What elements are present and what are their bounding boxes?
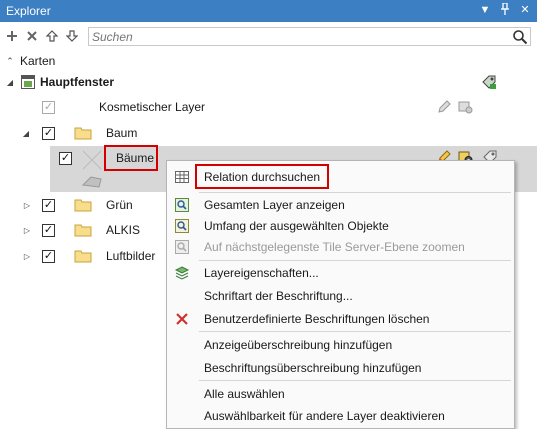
folder-icon <box>74 199 92 212</box>
remove-icon[interactable] <box>24 28 40 44</box>
edit-pencil-icon[interactable] <box>436 99 452 115</box>
add-icon[interactable] <box>4 28 20 44</box>
checkbox-gruen[interactable]: ✓ <box>42 199 55 212</box>
tree-root-label: Karten <box>20 54 56 68</box>
menu-item-label-font[interactable]: Schriftart der Beschriftung... <box>167 285 514 307</box>
menu-item-label: Beschriftungsüberschreibung hinzufügen <box>204 361 422 375</box>
expanded-caret-icon[interactable]: ◢ <box>5 77 15 87</box>
tree-item-label: Luftbilder <box>106 249 156 263</box>
menu-separator <box>199 260 511 261</box>
move-up-icon[interactable] <box>44 28 60 44</box>
map-window-label: Hauptfenster <box>40 75 115 89</box>
highlight-box-layer <box>104 145 158 171</box>
map-tag-icon[interactable] <box>481 74 497 90</box>
folder-icon <box>74 224 92 237</box>
menu-item-label: Anzeigeüberschreibung hinzufügen <box>204 338 393 352</box>
menu-item-label: Alle auswählen <box>204 387 285 401</box>
menu-item-show-all[interactable]: Gesamten Layer anzeigen <box>167 194 514 216</box>
zoom-selection-icon <box>175 219 189 233</box>
tree-item-label: Grün <box>106 198 133 212</box>
highlight-box-menu-item <box>195 164 329 189</box>
close-icon[interactable]: ✕ <box>519 3 531 17</box>
checkbox-baeume[interactable]: ✓ <box>59 152 72 165</box>
menu-separator <box>199 192 511 193</box>
tree-item-baum[interactable]: ◢ ✓ Baum <box>0 121 537 145</box>
menu-item-label: Benutzerdefinierte Beschriftungen lösche… <box>204 312 430 326</box>
window-title: Explorer <box>6 4 51 18</box>
delete-icon <box>176 313 188 325</box>
move-down-icon[interactable] <box>64 28 80 44</box>
layer-preview-icon <box>81 150 102 188</box>
context-menu: Relation durchsuchen Gesamten Layer anze… <box>166 160 515 429</box>
dropdown-arrow-icon[interactable]: ▼ <box>479 3 491 17</box>
menu-separator <box>199 331 511 332</box>
tree-item-label: Kosmetischer Layer <box>99 100 206 114</box>
search-box[interactable] <box>88 27 531 46</box>
menu-item-label: Gesamten Layer anzeigen <box>204 198 345 212</box>
menu-separator <box>199 380 511 381</box>
menu-item-add-label-override[interactable]: Beschriftungsüberschreibung hinzufügen <box>167 357 514 379</box>
menu-item-layer-properties[interactable]: Layereigenschaften... <box>167 262 514 284</box>
explorer-toolbar <box>0 24 537 48</box>
tree-item-label: Baum <box>106 126 138 140</box>
table-icon <box>175 171 189 183</box>
collapsed-caret-icon[interactable]: ▷ <box>22 251 32 261</box>
tree-item-cosmetic[interactable]: ✓ Kosmetischer Layer <box>0 95 537 119</box>
menu-item-label: Umfang der ausgewählten Objekte <box>204 219 389 233</box>
menu-item-label: Schriftart der Beschriftung... <box>204 289 353 303</box>
folder-icon <box>74 250 92 263</box>
map-window-row[interactable]: ◢ Hauptfenster <box>0 70 537 94</box>
collapsed-caret-icon[interactable]: ▷ <box>22 225 32 235</box>
menu-item-zoom-tile[interactable]: Auf nächstgelegenste Tile Server-Ebene z… <box>167 236 514 258</box>
layers-icon <box>174 266 190 280</box>
expanded-caret-icon[interactable]: ◢ <box>21 128 31 138</box>
collapsed-caret-icon[interactable]: ▷ <box>22 200 32 210</box>
search-icon[interactable] <box>512 29 528 45</box>
zoom-layer-icon <box>175 198 189 212</box>
menu-item-add-display-override[interactable]: Anzeigeüberschreibung hinzufügen <box>167 334 514 356</box>
menu-item-disable-selectability[interactable]: Auswählbarkeit für andere Layer deaktivi… <box>167 405 514 427</box>
checkbox-alkis[interactable]: ✓ <box>42 224 55 237</box>
tree-item-label: ALKIS <box>106 223 141 237</box>
menu-item-extent-selected[interactable]: Umfang der ausgewählten Objekte <box>167 215 514 237</box>
layer-settings-icon[interactable] <box>457 99 473 115</box>
menu-item-select-all[interactable]: Alle auswählen <box>167 383 514 405</box>
checkbox-cosmetic[interactable]: ✓ <box>42 101 55 114</box>
menu-item-label: Auf nächstgelegenste Tile Server-Ebene z… <box>204 240 465 254</box>
pin-icon[interactable] <box>499 2 511 17</box>
menu-item-label: Layereigenschaften... <box>204 266 319 280</box>
menu-item-delete-custom-labels[interactable]: Benutzerdefinierte Beschriftungen lösche… <box>167 308 514 330</box>
folder-icon <box>74 127 92 140</box>
menu-item-label: Auswählbarkeit für andere Layer deaktivi… <box>204 409 445 423</box>
zoom-tile-icon <box>175 240 189 254</box>
checkbox-baum[interactable]: ✓ <box>42 127 55 140</box>
search-input[interactable] <box>89 28 489 45</box>
explorer-titlebar: Explorer ▼ ✕ <box>0 0 537 22</box>
checkbox-luftbilder[interactable]: ✓ <box>42 250 55 263</box>
collapse-caret-icon[interactable]: ⌃ <box>5 56 15 66</box>
map-window-icon <box>21 75 35 89</box>
